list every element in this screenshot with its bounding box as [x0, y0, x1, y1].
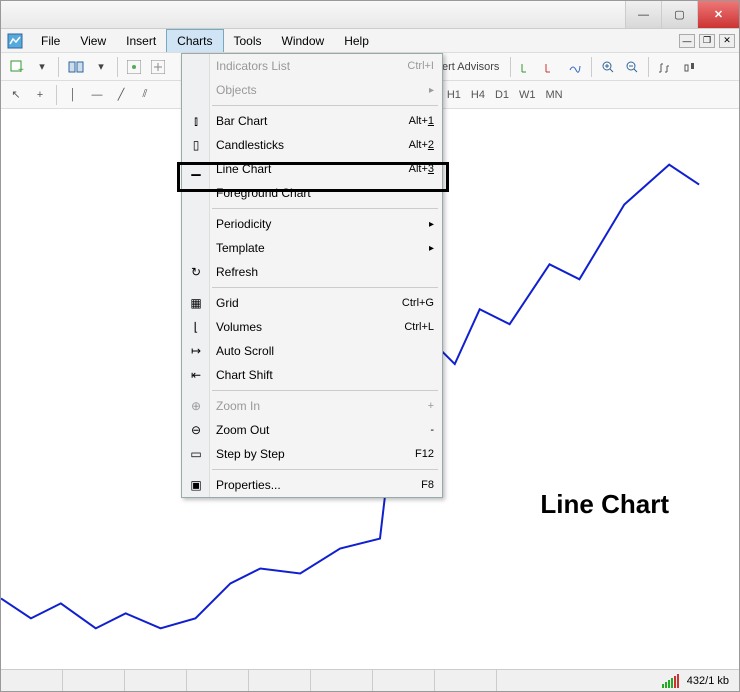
- menu-item-grid[interactable]: ▦GridCtrl+G: [182, 291, 442, 315]
- cursor-button[interactable]: ↖: [5, 84, 27, 106]
- menu-separator: [212, 208, 438, 209]
- menu-item-bar-chart[interactable]: ⫾Bar ChartAlt+1: [182, 109, 442, 133]
- dropdown-arrow-icon[interactable]: ▾: [31, 56, 53, 78]
- indicator-button-3[interactable]: [564, 56, 586, 78]
- bar-chart-type-button[interactable]: [654, 56, 676, 78]
- timeframe-w1[interactable]: W1: [515, 84, 540, 106]
- mdi-restore-button[interactable]: ❐: [699, 34, 715, 48]
- zoom-out-icon: ⊖: [186, 423, 206, 437]
- menu-insert[interactable]: Insert: [116, 29, 166, 52]
- menu-item-chart-shift[interactable]: ⇤Chart Shift: [182, 363, 442, 387]
- menu-separator: [212, 287, 438, 288]
- crosshair-button[interactable]: +: [29, 84, 51, 106]
- profiles-button[interactable]: [64, 56, 88, 78]
- mdi-close-button[interactable]: ✕: [719, 34, 735, 48]
- menu-item-refresh[interactable]: ↻Refresh: [182, 260, 442, 284]
- menu-charts[interactable]: Charts: [166, 29, 223, 52]
- menu-item-auto-scroll[interactable]: ↦Auto Scroll: [182, 339, 442, 363]
- menu-view[interactable]: View: [70, 29, 116, 52]
- statusbar: 432/1 kb: [1, 669, 739, 691]
- menu-item-zoom-out[interactable]: ⊖Zoom Out-: [182, 418, 442, 442]
- menu-separator: [212, 105, 438, 106]
- menu-item-candlesticks[interactable]: ▯CandlesticksAlt+2: [182, 133, 442, 157]
- menu-item-objects: Objects▸: [182, 78, 442, 102]
- transfer-status: 432/1 kb: [687, 675, 729, 687]
- menu-item-zoom-in: ⊕Zoom In+: [182, 394, 442, 418]
- menu-item-periodicity[interactable]: Periodicity▸: [182, 212, 442, 236]
- minimize-button[interactable]: —: [625, 1, 661, 28]
- submenu-arrow-icon: ▸: [429, 243, 434, 254]
- candlesticks-icon: ▯: [186, 138, 206, 152]
- menu-item-line-chart[interactable]: ▁Line ChartAlt+3: [182, 157, 442, 181]
- menu-separator: [212, 469, 438, 470]
- candle-chart-type-button[interactable]: [678, 56, 700, 78]
- menu-item-step-by-step[interactable]: ▭Step by StepF12: [182, 442, 442, 466]
- market-watch-button[interactable]: [123, 56, 145, 78]
- menu-window[interactable]: Window: [272, 29, 335, 52]
- menu-help[interactable]: Help: [334, 29, 379, 52]
- volumes-icon: ⌊: [186, 320, 206, 334]
- grid-icon: ▦: [186, 296, 206, 310]
- mdi-minimize-button[interactable]: —: [679, 34, 695, 48]
- submenu-arrow-icon: ▸: [429, 85, 434, 96]
- properties-icon: ▣: [186, 478, 206, 492]
- menu-item-volumes[interactable]: ⌊VolumesCtrl+L: [182, 315, 442, 339]
- timeframe-d1[interactable]: D1: [491, 84, 513, 106]
- zoom-in-button[interactable]: [597, 56, 619, 78]
- refresh-icon: ↻: [186, 265, 206, 279]
- menu-item-template[interactable]: Template▸: [182, 236, 442, 260]
- dropdown-arrow-icon[interactable]: ▾: [90, 56, 112, 78]
- auto-scroll-icon: ↦: [186, 344, 206, 358]
- navigator-button[interactable]: [147, 56, 169, 78]
- menu-tools[interactable]: Tools: [224, 29, 272, 52]
- indicator-button-2[interactable]: [540, 56, 562, 78]
- chart-annotation-label: Line Chart: [540, 489, 669, 520]
- trendline-button[interactable]: ╱: [110, 84, 132, 106]
- window-titlebar: — ▢ ✕: [1, 1, 739, 29]
- zoom-in-icon: ⊕: [186, 399, 206, 413]
- menu-item-properties[interactable]: ▣Properties...F8: [182, 473, 442, 497]
- timeframe-h4[interactable]: H4: [467, 84, 489, 106]
- timeframe-mn[interactable]: MN: [542, 84, 567, 106]
- menubar: File View Insert Charts Tools Window Hel…: [1, 29, 739, 53]
- channel-button[interactable]: ⫽: [134, 84, 156, 106]
- vertical-line-button[interactable]: │: [62, 84, 84, 106]
- menu-item-foreground-chart[interactable]: Foreground Chart: [182, 181, 442, 205]
- menu-item-indicators-list: Indicators ListCtrl+I: [182, 54, 442, 78]
- connection-signal-icon: [662, 674, 679, 688]
- indicator-button-1[interactable]: [516, 56, 538, 78]
- bar-chart-icon: ⫾: [186, 114, 206, 129]
- horizontal-line-button[interactable]: —: [86, 84, 108, 106]
- step-by-step-icon: ▭: [186, 447, 206, 461]
- menu-file[interactable]: File: [31, 29, 70, 52]
- zoom-out-button[interactable]: [621, 56, 643, 78]
- timeframe-h1[interactable]: H1: [443, 84, 465, 106]
- chart-shift-icon: ⇤: [186, 368, 206, 382]
- line-chart-icon: ▁: [186, 162, 206, 176]
- close-button[interactable]: ✕: [697, 1, 739, 28]
- charts-dropdown: Indicators ListCtrl+IObjects▸ ⫾Bar ChartA…: [181, 53, 443, 498]
- svg-text:+: +: [18, 65, 24, 75]
- menu-separator: [212, 390, 438, 391]
- submenu-arrow-icon: ▸: [429, 219, 434, 230]
- maximize-button[interactable]: ▢: [661, 1, 697, 28]
- new-chart-button[interactable]: +: [5, 56, 29, 78]
- app-icon: [5, 29, 25, 52]
